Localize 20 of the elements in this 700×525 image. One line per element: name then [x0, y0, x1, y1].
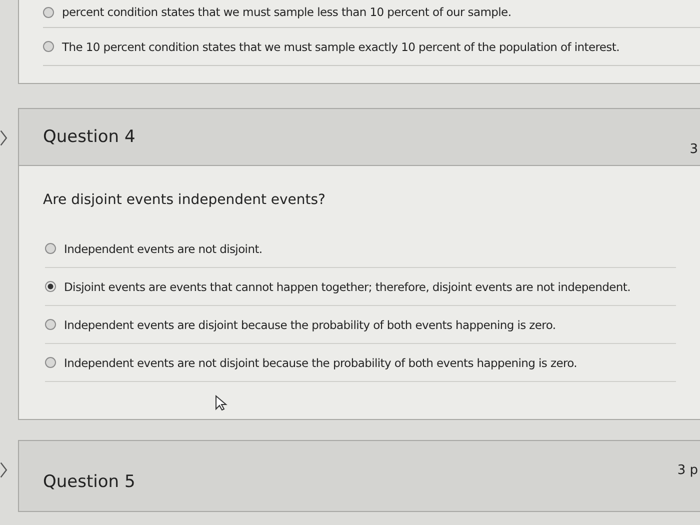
question-title: Question 5	[43, 472, 136, 492]
radio-button[interactable]	[43, 6, 54, 18]
answer-option: Independent events are disjoint because the probability of both events happening is zero.	[64, 318, 556, 332]
answer-option: Independent events are not disjoint.	[64, 242, 262, 256]
question-prompt: Are disjoint events independent events?	[42, 191, 326, 210]
chevron-icon	[0, 460, 8, 480]
answer-option: The 10 percent condition states that we must sample exactly 10 percent of the population of interest.	[62, 40, 620, 54]
chevron-icon	[0, 128, 8, 148]
answer-option: Disjoint events are events that cannot happen together; therefore, disjoint events are not independent.	[64, 280, 630, 294]
radio-button[interactable]	[45, 357, 56, 368]
radio-button[interactable]	[45, 319, 56, 330]
radio-button[interactable]	[43, 41, 54, 52]
question-title: Question 4	[43, 127, 136, 147]
radio-button[interactable]	[45, 243, 56, 254]
radio-button[interactable]	[45, 281, 56, 292]
points-label: 3	[690, 142, 698, 156]
answer-option: percent condition states that we must sample less than 10 percent of our sample.	[62, 5, 512, 19]
points-label: 3 p	[677, 462, 698, 478]
answer-option: Independent events are not disjoint because the probability of both events happening is zero.	[64, 356, 578, 370]
cursor-icon	[215, 395, 229, 411]
